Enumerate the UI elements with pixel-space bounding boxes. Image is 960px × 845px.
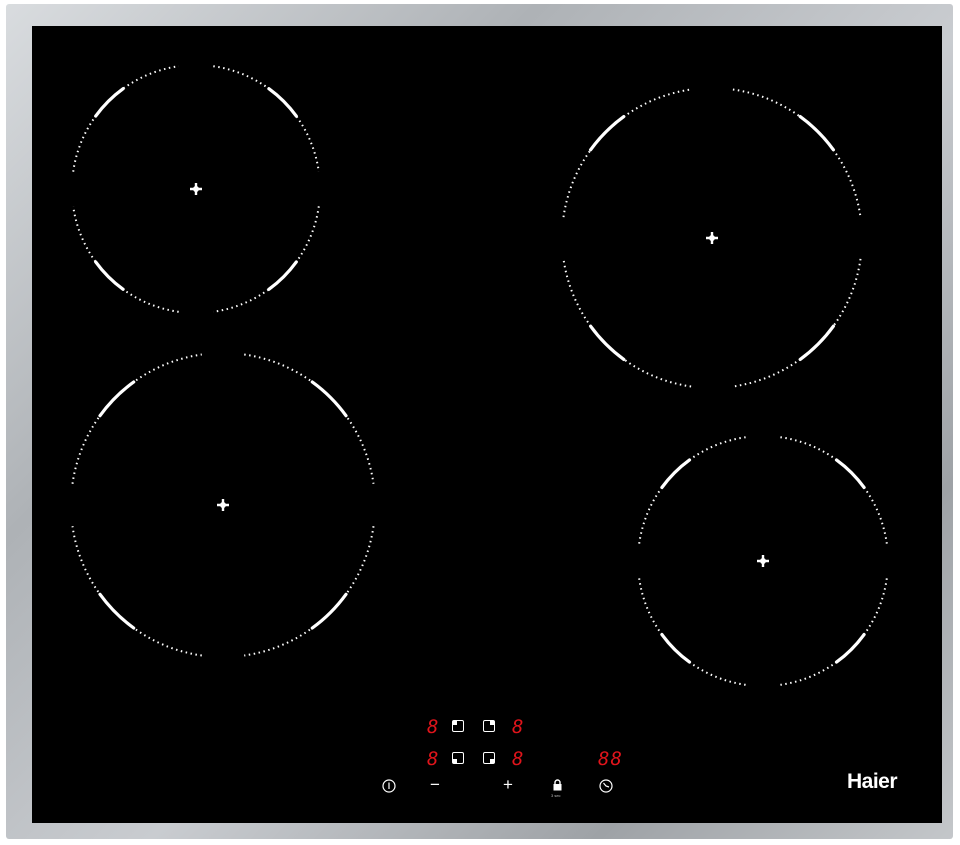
zone-dotted-arc <box>213 65 320 172</box>
zone-solid-arc <box>94 87 125 118</box>
zone-indicator-rear-right: 8 <box>512 716 525 738</box>
cooking-zone-rear-left <box>72 65 320 313</box>
zone-select-front-left[interactable] <box>452 752 464 764</box>
lock-caption: 3 sec <box>551 793 561 798</box>
zone-solid-arc <box>660 458 692 490</box>
cooking-zone-front-right <box>638 436 888 686</box>
zone-dotted-arc <box>244 526 375 657</box>
zone-solid-arc <box>660 632 692 664</box>
plus-button[interactable]: + <box>503 776 513 793</box>
power-icon <box>382 779 396 793</box>
zone-dotted-arc <box>780 578 888 686</box>
zone-indicator-rear-left: 8 <box>427 716 440 738</box>
brand-logo: Haier <box>847 770 898 793</box>
zone-solid-arc <box>267 260 298 291</box>
zone-dotted-arc <box>71 353 202 484</box>
timer-icon <box>599 779 613 793</box>
timer-display: 88 <box>598 748 623 770</box>
zone-solid-arc <box>589 115 626 152</box>
zone-center-dot <box>709 235 715 241</box>
zone-solid-arc <box>798 324 835 361</box>
zone-dotted-arc <box>780 436 888 544</box>
zone-dotted-arc <box>72 65 179 172</box>
zone-dotted-arc <box>638 578 746 686</box>
lock-icon <box>553 779 562 791</box>
zone-dotted-arc <box>638 436 746 544</box>
zone-indicator-front-left: 8 <box>427 748 440 770</box>
zone-dotted-arc <box>72 206 179 313</box>
zone-select-rear-right[interactable] <box>483 720 495 732</box>
zone-solid-arc <box>589 324 626 361</box>
zone-center-dot <box>193 186 199 192</box>
zone-solid-arc <box>834 458 866 490</box>
zone-dotted-arc <box>244 353 375 484</box>
zone-solid-arc <box>98 592 136 630</box>
power-button[interactable] <box>381 778 397 798</box>
zone-dotted-arc <box>732 258 862 388</box>
cooking-zones <box>71 65 888 686</box>
zone-solid-arc <box>310 592 348 630</box>
zone-dotted-arc <box>732 88 862 218</box>
zone-dotted-arc <box>562 258 692 388</box>
zone-solid-arc <box>798 115 835 152</box>
zone-dotted-arc <box>213 206 320 313</box>
zone-solid-arc <box>98 380 136 418</box>
cooking-zone-rear-right <box>562 88 862 388</box>
zone-center-dot <box>220 502 226 508</box>
cooking-zone-front-left <box>71 353 375 657</box>
zone-solid-arc <box>267 87 298 118</box>
zone-indicator-front-right: 8 <box>512 748 525 770</box>
zone-solid-arc <box>834 632 866 664</box>
zone-select-front-right[interactable] <box>483 752 495 764</box>
timer-button[interactable] <box>598 778 614 798</box>
zone-select-rear-left[interactable] <box>452 720 464 732</box>
minus-button[interactable]: − <box>430 776 440 793</box>
zone-dotted-arc <box>71 526 202 657</box>
zone-center-dot <box>760 558 766 564</box>
zone-solid-arc <box>310 380 348 418</box>
zone-solid-arc <box>94 260 125 291</box>
zone-dotted-arc <box>562 88 692 218</box>
